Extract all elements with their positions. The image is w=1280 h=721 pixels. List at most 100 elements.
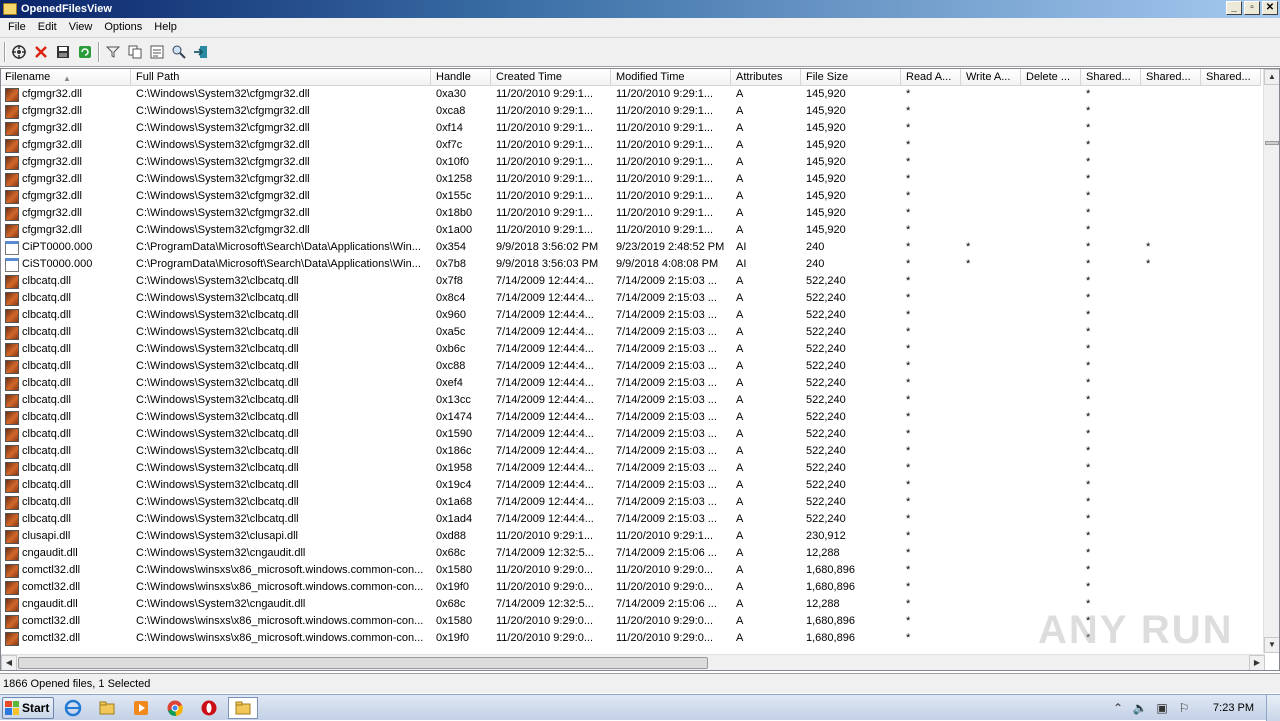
save-icon[interactable]: [52, 41, 74, 63]
table-row[interactable]: cfgmgr32.dll C:\Windows\System32\cfgmgr32…: [1, 154, 1265, 171]
shared-delete-cell: [1201, 460, 1261, 477]
menu-help[interactable]: Help: [148, 18, 183, 37]
properties-icon[interactable]: [8, 41, 30, 63]
table-row[interactable]: clbcatq.dll C:\Windows\System32\clbcatq.d…: [1, 358, 1265, 375]
files-list-view[interactable]: Filename ▲ Full Path Handle Created Time …: [0, 68, 1280, 671]
exit-icon[interactable]: [190, 41, 212, 63]
column-full-path[interactable]: Full Path: [131, 69, 431, 86]
scroll-down-button[interactable]: ▼: [1264, 637, 1279, 653]
vertical-scroll-thumb[interactable]: [1265, 141, 1279, 145]
show-hidden-icons-icon[interactable]: ⌃: [1109, 700, 1127, 716]
table-row[interactable]: clbcatq.dll C:\Windows\System32\clbcatq.d…: [1, 426, 1265, 443]
vertical-scrollbar[interactable]: ▲ ▼: [1263, 69, 1279, 653]
minimize-button[interactable]: _: [1226, 1, 1242, 15]
table-row[interactable]: clbcatq.dll C:\Windows\System32\clbcatq.d…: [1, 375, 1265, 392]
table-row[interactable]: cfgmgr32.dll C:\Windows\System32\cfgmgr32…: [1, 120, 1265, 137]
column-shared-write[interactable]: Shared...: [1141, 69, 1201, 86]
handle-cell: 0x7b8: [436, 258, 466, 270]
column-filename[interactable]: Filename ▲: [1, 69, 131, 86]
table-row[interactable]: clbcatq.dll C:\Windows\System32\clbcatq.d…: [1, 477, 1265, 494]
column-modified-time[interactable]: Modified Time: [611, 69, 731, 86]
table-row[interactable]: CiPT0000.000 C:\ProgramData\Microsoft\Sea…: [1, 239, 1265, 256]
find-icon[interactable]: [168, 41, 190, 63]
table-row[interactable]: cfgmgr32.dll C:\Windows\System32\cfgmgr32…: [1, 86, 1265, 103]
filename-text: cfgmgr32.dll: [22, 139, 82, 151]
table-row[interactable]: clbcatq.dll C:\Windows\System32\clbcatq.d…: [1, 341, 1265, 358]
scroll-up-button[interactable]: ▲: [1264, 69, 1279, 85]
column-shared-read[interactable]: Shared...: [1081, 69, 1141, 86]
delete-access-cell: [1021, 511, 1081, 528]
handle-cell: 0xa5c: [436, 326, 466, 338]
window-title: OpenedFilesView: [21, 3, 112, 15]
table-row[interactable]: clbcatq.dll C:\Windows\System32\clbcatq.d…: [1, 392, 1265, 409]
menu-options[interactable]: Options: [98, 18, 148, 37]
shared-delete-cell: [1201, 324, 1261, 341]
scroll-right-button[interactable]: ▶: [1249, 655, 1265, 670]
read-access-cell: *: [906, 122, 911, 134]
shared-write-cell: [1141, 375, 1201, 392]
volume-icon[interactable]: 🔈: [1131, 700, 1149, 716]
column-created-time[interactable]: Created Time: [491, 69, 611, 86]
table-row[interactable]: cfgmgr32.dll C:\Windows\System32\cfgmgr32…: [1, 205, 1265, 222]
shared-read-cell: *: [1086, 445, 1091, 457]
table-row[interactable]: CiST0000.000 C:\ProgramData\Microsoft\Sea…: [1, 256, 1265, 273]
table-row[interactable]: cngaudit.dll C:\Windows\System32\cngaudit…: [1, 545, 1265, 562]
dll-file-icon: [5, 121, 19, 136]
table-row[interactable]: comctl32.dll C:\Windows\winsxs\x86_micros…: [1, 579, 1265, 596]
file-size-cell: 522,240: [806, 428, 846, 440]
full-path-cell: C:\Windows\System32\clbcatq.dll: [136, 428, 299, 440]
table-row[interactable]: cfgmgr32.dll C:\Windows\System32\cfgmgr32…: [1, 137, 1265, 154]
column-read-access[interactable]: Read A...: [901, 69, 961, 86]
table-row[interactable]: clbcatq.dll C:\Windows\System32\clbcatq.d…: [1, 324, 1265, 341]
close-handle-icon[interactable]: [30, 41, 52, 63]
maximize-button[interactable]: ▫: [1244, 1, 1260, 15]
attributes-cell: A: [736, 411, 744, 423]
opera-icon[interactable]: [194, 697, 224, 719]
table-row[interactable]: clbcatq.dll C:\Windows\System32\clbcatq.d…: [1, 460, 1265, 477]
table-row[interactable]: clbcatq.dll C:\Windows\System32\clbcatq.d…: [1, 273, 1265, 290]
horizontal-scroll-thumb[interactable]: [18, 657, 708, 669]
menu-view[interactable]: View: [63, 18, 99, 37]
shared-read-cell: *: [1086, 496, 1091, 508]
taskbar-clock[interactable]: 7:23 PM: [1213, 702, 1254, 714]
column-write-access[interactable]: Write A...: [961, 69, 1021, 86]
file-explorer-icon[interactable]: [92, 697, 122, 719]
column-delete-access[interactable]: Delete ...: [1021, 69, 1081, 86]
table-row[interactable]: clbcatq.dll C:\Windows\System32\clbcatq.d…: [1, 443, 1265, 460]
table-row[interactable]: clbcatq.dll C:\Windows\System32\clbcatq.d…: [1, 307, 1265, 324]
refresh-icon[interactable]: [74, 41, 96, 63]
table-row[interactable]: cfgmgr32.dll C:\Windows\System32\cfgmgr32…: [1, 222, 1265, 239]
html-report-icon[interactable]: [146, 41, 168, 63]
media-player-icon[interactable]: [126, 697, 156, 719]
column-shared-delete[interactable]: Shared...: [1201, 69, 1261, 86]
openedfilesview-task-icon[interactable]: [228, 696, 258, 719]
table-row[interactable]: clbcatq.dll C:\Windows\System32\clbcatq.d…: [1, 290, 1265, 307]
show-desktop-button[interactable]: [1266, 695, 1280, 721]
table-row[interactable]: cfgmgr32.dll C:\Windows\System32\cfgmgr32…: [1, 103, 1265, 120]
close-button[interactable]: ✕: [1262, 1, 1278, 15]
filter-icon[interactable]: [102, 41, 124, 63]
delete-access-cell: [1021, 528, 1081, 545]
copy-icon[interactable]: [124, 41, 146, 63]
table-row[interactable]: clusapi.dll C:\Windows\System32\clusapi.d…: [1, 528, 1265, 545]
table-row[interactable]: clbcatq.dll C:\Windows\System32\clbcatq.d…: [1, 511, 1265, 528]
chrome-icon[interactable]: [160, 697, 190, 719]
column-handle[interactable]: Handle: [431, 69, 491, 86]
horizontal-scrollbar[interactable]: ◀ ▶: [1, 654, 1265, 670]
action-center-flag-icon[interactable]: ⚐: [1175, 700, 1193, 716]
filename-cell: clbcatq.dll: [1, 409, 131, 426]
internet-explorer-icon[interactable]: [58, 697, 88, 719]
table-row[interactable]: cfgmgr32.dll C:\Windows\System32\cfgmgr32…: [1, 171, 1265, 188]
table-row[interactable]: clbcatq.dll C:\Windows\System32\clbcatq.d…: [1, 494, 1265, 511]
scroll-left-button[interactable]: ◀: [1, 655, 17, 670]
start-button[interactable]: Start: [2, 696, 54, 719]
table-row[interactable]: cfgmgr32.dll C:\Windows\System32\cfgmgr32…: [1, 188, 1265, 205]
network-icon[interactable]: ▣: [1153, 700, 1171, 716]
file-size-cell: 145,920: [806, 224, 846, 236]
column-file-size[interactable]: File Size: [801, 69, 901, 86]
column-attributes[interactable]: Attributes: [731, 69, 801, 86]
menu-file[interactable]: File: [2, 18, 32, 37]
table-row[interactable]: comctl32.dll C:\Windows\winsxs\x86_micros…: [1, 562, 1265, 579]
table-row[interactable]: clbcatq.dll C:\Windows\System32\clbcatq.d…: [1, 409, 1265, 426]
menu-edit[interactable]: Edit: [32, 18, 63, 37]
